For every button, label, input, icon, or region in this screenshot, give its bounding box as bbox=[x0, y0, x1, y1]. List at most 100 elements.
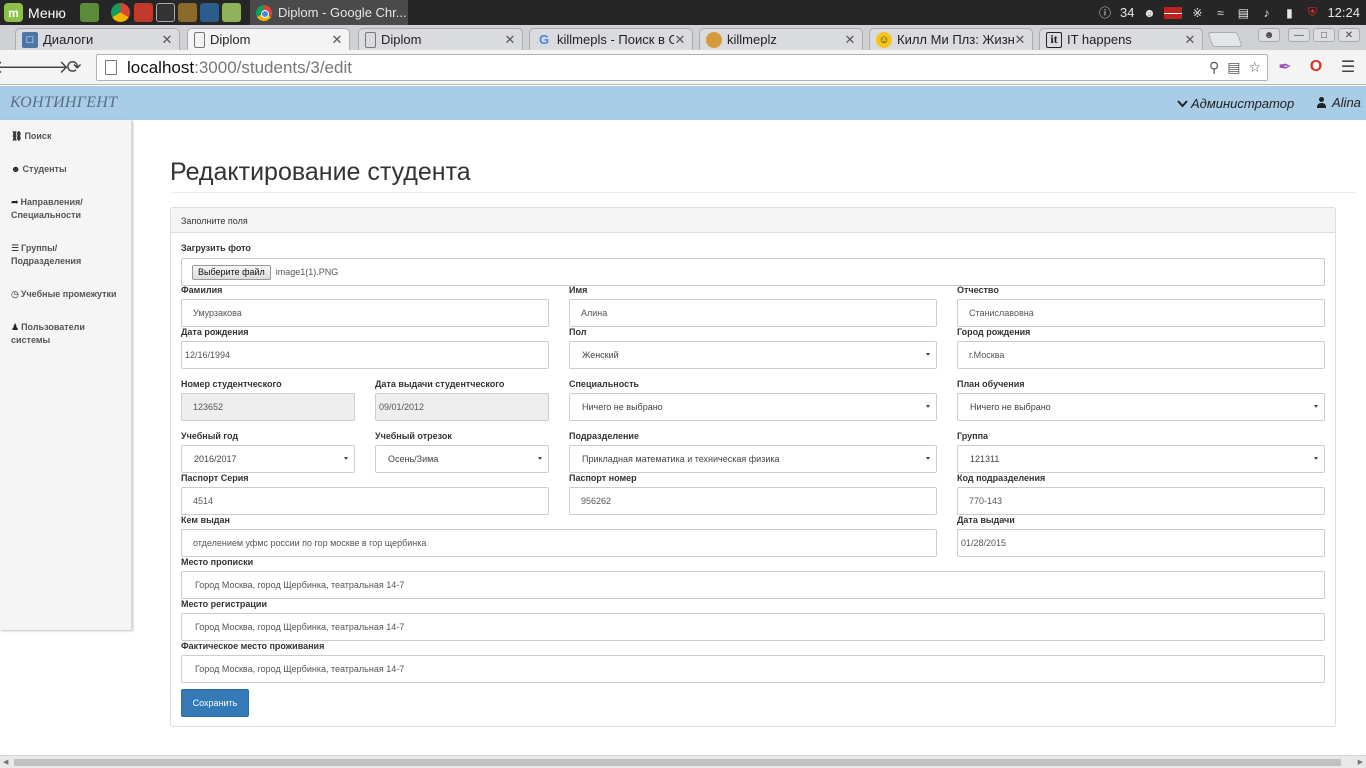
passport-number-field[interactable]: 956262 bbox=[569, 487, 937, 515]
sidebar-item-search[interactable]: ⛓ Поиск bbox=[11, 130, 129, 143]
department-select-value: Прикладная математика и техническая физи… bbox=[582, 454, 780, 464]
bluetooth-icon[interactable]: ※ bbox=[1189, 5, 1205, 21]
new-tab-button[interactable] bbox=[1207, 32, 1243, 47]
registration-field[interactable]: Город Москва, город Щербинка, театральна… bbox=[181, 613, 1325, 641]
keyboard-layout-flag-icon[interactable] bbox=[1164, 6, 1183, 19]
url-path: :3000/students/3/edit bbox=[194, 57, 352, 77]
division-code-field[interactable]: 770-143 bbox=[957, 487, 1325, 515]
minimize-button[interactable]: — bbox=[1288, 28, 1310, 42]
browser-tab[interactable]: ☺ Килл Ми Плз: Жизн ✕ bbox=[869, 28, 1033, 50]
last-name-field[interactable]: Умурзакова bbox=[181, 299, 549, 327]
page-icon bbox=[194, 31, 205, 48]
folder-launcher-icon[interactable] bbox=[222, 3, 241, 22]
caret-down-icon bbox=[926, 353, 930, 356]
chrome-launcher-icon[interactable] bbox=[111, 3, 130, 22]
maximize-button[interactable]: □ bbox=[1313, 28, 1335, 42]
translate-icon[interactable]: ▤ bbox=[1227, 59, 1240, 76]
study-year-select[interactable]: 2016/2017 bbox=[181, 445, 355, 473]
clock[interactable]: 12:24 bbox=[1327, 5, 1360, 20]
department-select[interactable]: Прикладная математика и техническая физи… bbox=[569, 445, 937, 473]
study-plan-label: План обучения bbox=[957, 379, 1025, 389]
app-brand[interactable]: КОНТИНГЕНТ bbox=[10, 94, 117, 112]
specialty-select[interactable]: Ничего не выбрано bbox=[569, 393, 937, 421]
page-title: Редактирование студента bbox=[170, 158, 471, 186]
caret-down-icon bbox=[926, 405, 930, 408]
browser-tab[interactable]: killmeplz ✕ bbox=[699, 28, 863, 50]
study-year-select-value: 2016/2017 bbox=[194, 454, 237, 464]
clipboard-icon[interactable]: ▤ bbox=[1235, 5, 1251, 21]
reload-button[interactable]: ⟳ bbox=[63, 56, 85, 78]
student-card-date-label: Дата выдачи студентческого bbox=[375, 379, 505, 389]
scroll-right-arrow-icon[interactable]: ▶ bbox=[1358, 758, 1363, 766]
issue-date-field[interactable]: 01/28/2015 bbox=[957, 529, 1325, 557]
close-window-button[interactable]: ✕ bbox=[1338, 28, 1360, 42]
choose-file-button[interactable]: Выберите файл bbox=[192, 264, 271, 280]
horizontal-scrollbar[interactable]: ◀ ▶ bbox=[0, 755, 1366, 768]
photo-file-input[interactable]: Выберите файл image1(1).PNG bbox=[181, 258, 1325, 286]
feather-extension-icon[interactable]: ✒ bbox=[1275, 57, 1295, 77]
actual-address-label: Фактическое место проживания bbox=[181, 641, 325, 651]
close-icon[interactable]: ✕ bbox=[674, 32, 686, 48]
editor-launcher-icon[interactable] bbox=[200, 3, 219, 22]
sublime-launcher-icon[interactable] bbox=[178, 3, 197, 22]
music-icon[interactable]: ♪ bbox=[1258, 5, 1274, 21]
first-name-field[interactable]: Алина bbox=[569, 299, 937, 327]
sidebar-item-groups[interactable]: ☰ Группы/Подразделения bbox=[11, 242, 129, 268]
birth-city-field[interactable]: г.Москва bbox=[957, 341, 1325, 369]
save-button[interactable]: Сохранить bbox=[181, 689, 249, 717]
sidebar-item-specialties[interactable]: ➦ Направления/Специальности bbox=[11, 196, 129, 222]
browser-tab[interactable]: □ Диалоги ✕ bbox=[15, 28, 180, 50]
taskbar-window-chrome[interactable]: Diplom - Google Chr... bbox=[250, 0, 408, 25]
gender-select[interactable]: Женский bbox=[569, 341, 937, 369]
profile-icon[interactable]: ☻ bbox=[1258, 28, 1280, 42]
student-card-field: 123652 bbox=[181, 393, 355, 421]
residence-label: Место прописки bbox=[181, 557, 254, 567]
issued-by-field[interactable]: отделением уфмс россии по гор москве в г… bbox=[181, 529, 937, 557]
admin-dropdown[interactable]: Администратор bbox=[1177, 96, 1294, 111]
first-name-label: Имя bbox=[569, 285, 588, 295]
wifi-icon[interactable]: ≈ bbox=[1212, 5, 1228, 21]
zoom-icon[interactable]: ⚲ bbox=[1209, 59, 1219, 76]
group-select[interactable]: 121311 bbox=[957, 445, 1325, 473]
gender-select-value: Женский bbox=[582, 350, 619, 360]
chrome-menu-icon[interactable]: ☰ bbox=[1338, 57, 1358, 77]
user-menu[interactable]: Alina bbox=[1317, 95, 1361, 110]
study-plan-select[interactable]: Ничего не выбрано bbox=[957, 393, 1325, 421]
residence-field[interactable]: Город Москва, город Щербинка, театральна… bbox=[181, 571, 1325, 599]
forward-button[interactable]: 🡒 bbox=[21, 56, 69, 78]
panel-heading: Заполните поля bbox=[171, 208, 1335, 233]
tab-title: IT happens bbox=[1067, 32, 1132, 47]
alert-icon[interactable]: ⓘ bbox=[1097, 5, 1113, 21]
file-manager-launcher-icon[interactable] bbox=[80, 3, 99, 22]
app-launcher-icon[interactable] bbox=[134, 3, 153, 22]
shield-icon[interactable]: ⛨ bbox=[1304, 5, 1320, 21]
passport-series-field[interactable]: 4514 bbox=[181, 487, 549, 515]
patronymic-field[interactable]: Станиславовна bbox=[957, 299, 1325, 327]
terminal-launcher-icon[interactable] bbox=[156, 3, 175, 22]
bookmark-star-icon[interactable]: ☆ bbox=[1248, 59, 1261, 76]
battery-icon[interactable]: ▮ bbox=[1281, 5, 1297, 21]
browser-tab[interactable]: G killmepls - Поиск в G ✕ bbox=[529, 28, 693, 50]
close-icon[interactable]: ✕ bbox=[331, 32, 343, 48]
close-icon[interactable]: ✕ bbox=[504, 32, 516, 48]
sidebar-item-students[interactable]: ☻ Студенты bbox=[11, 163, 129, 176]
scrollbar-thumb[interactable] bbox=[14, 759, 1341, 766]
address-bar[interactable]: localhost:3000/students/3/edit ⚲ ▤ ☆ bbox=[96, 54, 1268, 81]
close-icon[interactable]: ✕ bbox=[161, 32, 173, 48]
scroll-left-arrow-icon[interactable]: ◀ bbox=[3, 758, 8, 766]
birth-date-field[interactable]: 12/16/1994 bbox=[181, 341, 549, 369]
close-icon[interactable]: ✕ bbox=[844, 32, 856, 48]
sidebar-item-terms[interactable]: ◷ Учебные промежутки bbox=[11, 288, 129, 301]
opera-extension-icon[interactable]: O bbox=[1306, 57, 1326, 77]
browser-tab-active[interactable]: Diplom ✕ bbox=[187, 28, 350, 50]
sidebar-item-users[interactable]: ♟ Пользователи системы bbox=[11, 321, 129, 347]
study-term-select[interactable]: Осень/Зима bbox=[375, 445, 549, 473]
start-menu-button[interactable]: m Меню bbox=[4, 2, 66, 23]
user-icon[interactable]: ☻ bbox=[1141, 5, 1157, 21]
browser-tab[interactable]: it IT happens ✕ bbox=[1039, 28, 1203, 50]
group-select-value: 121311 bbox=[970, 454, 1000, 464]
close-icon[interactable]: ✕ bbox=[1014, 32, 1026, 48]
actual-address-field[interactable]: Город Москва, город Щербинка, театральна… bbox=[181, 655, 1325, 683]
browser-tab[interactable]: Diplom ✕ bbox=[358, 28, 523, 50]
close-icon[interactable]: ✕ bbox=[1184, 32, 1196, 48]
